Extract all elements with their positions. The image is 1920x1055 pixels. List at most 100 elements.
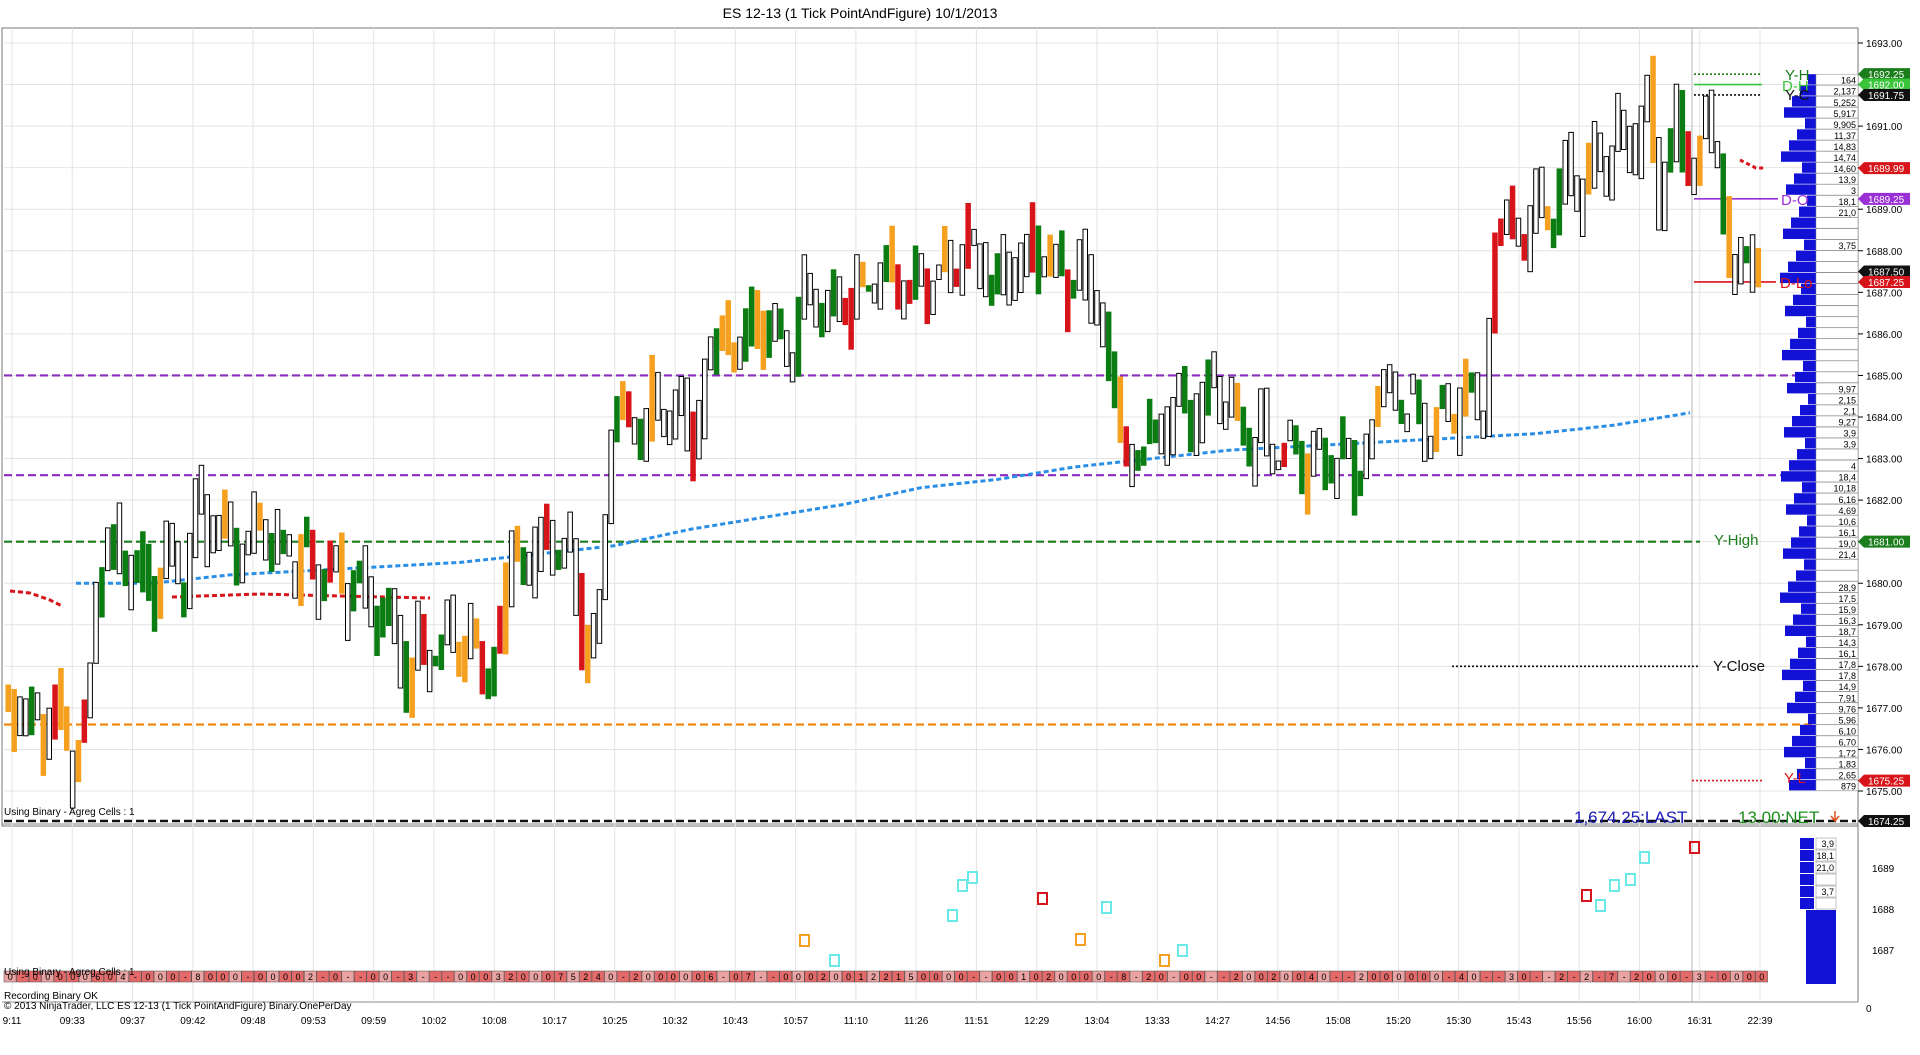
volume-value: 2,65 — [1838, 771, 1856, 781]
time-label: 10:02 — [421, 1016, 446, 1027]
pnf-column — [204, 494, 210, 568]
pnf-column — [819, 302, 825, 338]
pnf-column — [953, 268, 960, 287]
volume-value: 3,9 — [1843, 429, 1856, 439]
pnf-column — [1480, 410, 1486, 439]
pnf-column — [643, 408, 649, 462]
volume-profile-bar — [1791, 217, 1818, 228]
pnf-column — [766, 310, 772, 358]
pnf-column — [1299, 440, 1305, 495]
pnf-column — [912, 245, 919, 300]
sub-cell-value: - — [1347, 972, 1350, 982]
volume-profile-bar — [1794, 493, 1818, 504]
volume-cell — [1815, 371, 1859, 383]
volume-value: 15,9 — [1838, 605, 1856, 615]
pnf-column — [1065, 269, 1071, 333]
pnf-column — [87, 662, 93, 719]
sub-cell-value: 3 — [408, 972, 413, 982]
time-label: 09:53 — [301, 1016, 326, 1027]
pnf-column — [479, 641, 486, 695]
pnf-column — [403, 641, 409, 713]
pnf-column — [438, 634, 445, 670]
pnf-column — [1123, 426, 1129, 467]
pnf-column — [157, 567, 164, 619]
pnf-column — [1621, 109, 1627, 151]
pnf-column — [988, 274, 995, 306]
pnf-column — [514, 525, 521, 562]
pnf-column — [1539, 166, 1545, 219]
pnf-column — [1691, 157, 1697, 195]
pnf-column — [526, 551, 532, 586]
sub-cell-value: - — [1573, 972, 1576, 982]
volume-profile-bar — [1800, 724, 1818, 736]
pnf-column — [1562, 139, 1568, 205]
sub-cell-value: - — [322, 972, 325, 982]
d-open-label: D-O — [1781, 192, 1809, 209]
pnf-column — [1223, 401, 1229, 430]
pnf-column — [871, 283, 878, 304]
volume-value: 4,69 — [1838, 506, 1856, 516]
pnf-column — [1667, 128, 1674, 173]
sub-cell-value: 0 — [833, 972, 838, 982]
pnf-column — [1743, 246, 1750, 264]
volume-value: 2,1 — [1843, 407, 1856, 417]
volume-value: 2,137 — [1833, 87, 1856, 97]
sub-cell-value: - — [622, 972, 625, 982]
sub-cell-value: 2 — [1584, 972, 1589, 982]
pnf-column — [1035, 225, 1042, 295]
pnf-column — [608, 429, 614, 525]
pnf-column — [1000, 234, 1007, 296]
pnf-column — [1193, 393, 1200, 456]
sub-cell-value: 1 — [1021, 972, 1026, 982]
pnf-column — [795, 296, 802, 377]
pnf-column — [532, 526, 538, 599]
sub-volume-block — [1806, 910, 1836, 984]
pnf-column — [666, 410, 673, 446]
volume-value: 17,8 — [1838, 671, 1856, 681]
pnf-column — [924, 268, 930, 325]
sub-cell-value: - — [1172, 972, 1175, 982]
pnf-column — [1527, 205, 1533, 273]
pnf-column — [1316, 428, 1323, 450]
pnf-column — [1304, 453, 1311, 515]
pnf-column — [620, 381, 626, 421]
volume-value: 19,0 — [1838, 539, 1856, 549]
pnf-column — [181, 582, 187, 618]
pnf-column — [696, 399, 702, 460]
sub-cell-value: - — [1135, 972, 1138, 982]
pnf-column — [1468, 372, 1475, 393]
volume-value: 3,9 — [1843, 440, 1856, 450]
last-price-readout: 1,674.25:LAST — [1574, 808, 1687, 827]
pnf-column — [222, 489, 228, 539]
pnf-column — [784, 330, 790, 367]
volume-cell — [1815, 349, 1859, 361]
sub-cell-value: - — [772, 972, 775, 982]
pnf-column — [473, 618, 480, 649]
time-label: 09:59 — [361, 1016, 386, 1027]
volume-value: 11,37 — [1834, 131, 1856, 141]
volume-value: 6,70 — [1838, 737, 1856, 747]
pnf-column — [748, 286, 755, 347]
pnf-column — [1515, 217, 1522, 247]
time-label: 10:17 — [542, 1016, 567, 1027]
pnf-column — [1217, 376, 1223, 425]
pnf-column — [725, 300, 731, 356]
sub-cell-value: - — [1623, 972, 1626, 982]
volume-value: 5,252 — [1833, 98, 1856, 108]
sub-cell-value: 0 — [471, 972, 476, 982]
volume-value: 9,76 — [1838, 704, 1856, 714]
pnf-column — [707, 336, 714, 371]
sub-cell-value: 0 — [696, 972, 701, 982]
pnf-column — [116, 502, 123, 575]
time-label: 22:39 — [1747, 1016, 1772, 1027]
pnf-column — [1105, 311, 1112, 382]
volume-profile-bar — [1796, 570, 1818, 581]
sub-cell-value: 2 — [1234, 972, 1239, 982]
sub-cell-value: 0 — [1521, 972, 1526, 982]
sub-cell-value: 2 — [883, 972, 888, 982]
pnf-column — [1275, 460, 1282, 471]
pnf-column — [1182, 366, 1188, 414]
pnf-column — [350, 570, 357, 612]
sub-cell-value: - — [972, 972, 975, 982]
pnf-column — [263, 519, 269, 561]
